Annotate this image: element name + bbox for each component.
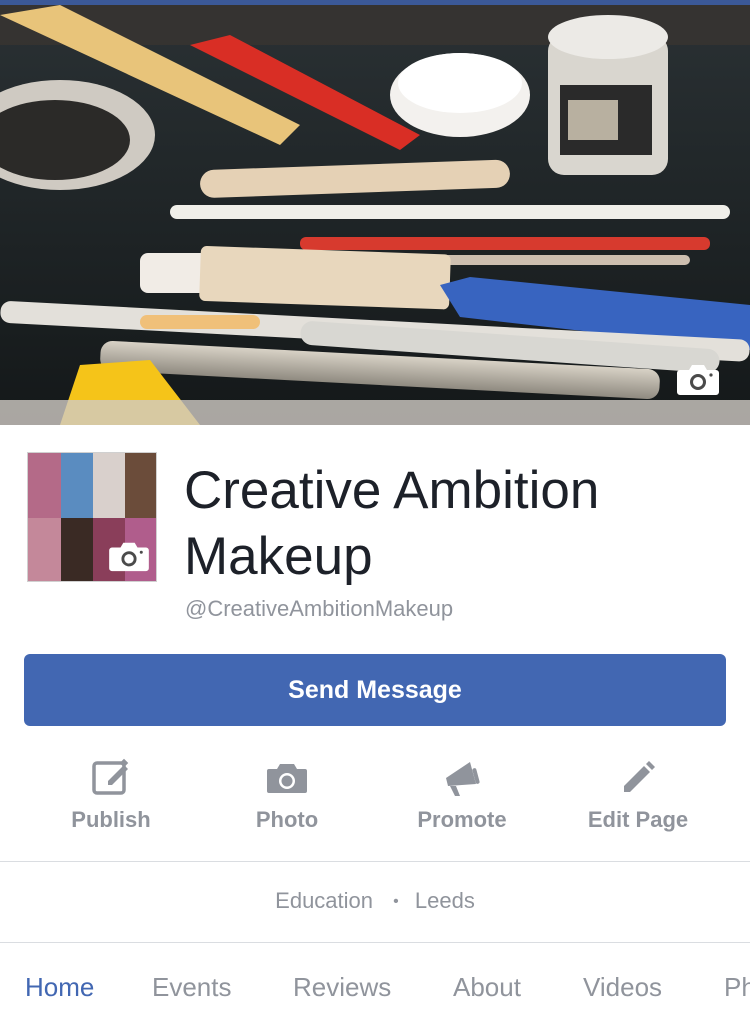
send-message-button[interactable]: Send Message — [24, 654, 726, 726]
photo-button[interactable]: Photo — [199, 752, 375, 842]
tab-home[interactable]: Home — [25, 972, 94, 1003]
category-label: Education — [275, 888, 374, 913]
tab-about[interactable]: About — [453, 972, 521, 1003]
location-label: Leeds — [414, 888, 475, 913]
cover-photo-image — [0, 5, 750, 425]
profile-collage-tile — [28, 453, 61, 518]
profile-picture[interactable] — [27, 452, 157, 582]
edit-page-button[interactable]: Edit Page — [550, 752, 726, 842]
profile-collage-tile — [61, 518, 93, 581]
tab-videos[interactable]: Videos — [583, 972, 662, 1003]
tab-reviews[interactable]: Reviews — [293, 972, 391, 1003]
page-category-location: Education • Leeds — [0, 888, 750, 914]
page-title: Creative Ambition Makeup — [184, 461, 600, 586]
compose-icon — [92, 758, 129, 795]
promote-button[interactable]: Promote — [374, 752, 550, 842]
page-actions: Publish Photo Promote Edit Page — [0, 752, 750, 842]
profile-collage-tile — [93, 453, 125, 518]
photo-label: Photo — [255, 807, 319, 832]
pencil-icon — [624, 761, 655, 792]
promote-label: Promote — [417, 807, 507, 832]
edit-page-label: Edit Page — [587, 807, 689, 832]
cover-photo[interactable] — [0, 5, 750, 425]
profile-camera-icon[interactable] — [108, 539, 150, 573]
profile-collage-tile — [28, 518, 61, 581]
page-handle: @CreativeAmbitionMakeup — [185, 596, 454, 621]
tab-photos[interactable]: Ph — [724, 972, 750, 1003]
cover-camera-icon[interactable] — [676, 361, 720, 397]
page-tabs: Home Events Reviews About Videos Ph — [0, 960, 750, 1020]
separator-dot: • — [393, 893, 399, 910]
profile-collage-tile — [61, 453, 93, 518]
profile-collage-tile — [125, 453, 156, 518]
divider — [0, 942, 750, 943]
tab-events[interactable]: Events — [152, 972, 232, 1003]
camera-icon — [267, 764, 307, 793]
megaphone-icon — [446, 762, 480, 796]
divider — [0, 861, 750, 862]
publish-button[interactable]: Publish — [23, 752, 199, 842]
publish-label: Publish — [71, 807, 151, 832]
